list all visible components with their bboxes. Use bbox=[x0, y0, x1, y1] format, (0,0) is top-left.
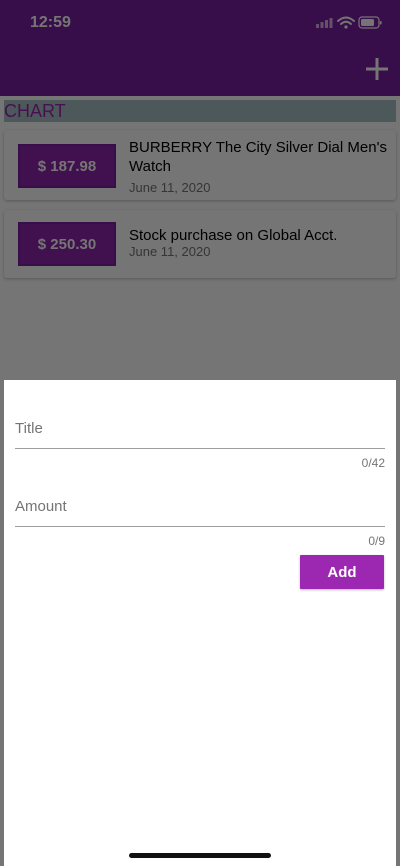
chart-placeholder: CHART bbox=[4, 100, 396, 122]
title-field: 0/42 bbox=[15, 408, 385, 470]
status-time: 12:59 bbox=[30, 14, 71, 31]
status-icons bbox=[316, 14, 382, 32]
transaction-date: June 11, 2020 bbox=[129, 180, 211, 195]
app-bar: 12:59 bbox=[0, 0, 400, 96]
signal-icon bbox=[316, 18, 333, 28]
transaction-amount: $ 187.98 bbox=[18, 144, 116, 188]
add-button[interactable]: Add bbox=[300, 555, 384, 589]
transaction-date: June 11, 2020 bbox=[129, 244, 211, 259]
title-input[interactable] bbox=[15, 408, 385, 449]
battery-icon bbox=[358, 16, 382, 29]
transaction-amount: $ 250.30 bbox=[18, 222, 116, 266]
amount-input[interactable] bbox=[15, 486, 385, 527]
amount-counter: 0/9 bbox=[368, 534, 385, 548]
new-transaction-sheet: 0/42 0/9 Add bbox=[4, 380, 396, 866]
transaction-card[interactable]: $ 250.30 Stock purchase on Global Acct. … bbox=[4, 210, 396, 278]
plus-icon[interactable] bbox=[366, 58, 388, 80]
amount-field: 0/9 bbox=[15, 486, 385, 548]
wifi-icon bbox=[337, 16, 355, 29]
title-counter: 0/42 bbox=[361, 456, 385, 470]
transaction-card[interactable]: $ 187.98 BURBERRY The City Silver Dial M… bbox=[4, 130, 396, 200]
transaction-title: BURBERRY The City Silver Dial Men's Watc… bbox=[129, 139, 387, 175]
home-indicator bbox=[129, 853, 271, 858]
transaction-title: Stock purchase on Global Acct. bbox=[129, 227, 338, 244]
